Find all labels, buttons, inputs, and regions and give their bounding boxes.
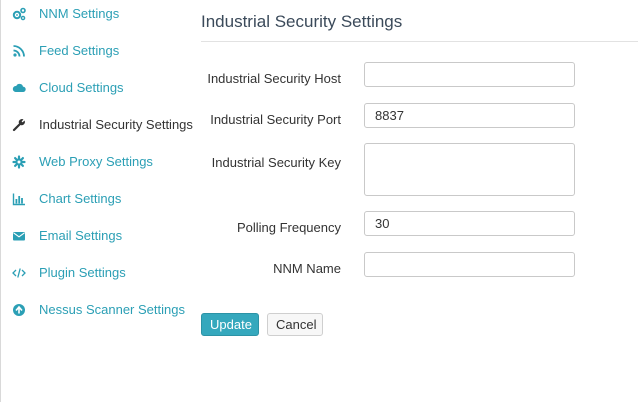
sidebar-item-chart-settings[interactable]: Chart Settings [0,187,192,211]
sidebar-item-web-proxy-settings[interactable]: Web Proxy Settings [0,150,192,174]
gears-icon [12,7,26,21]
sidebar-item-label: NNM Settings [39,6,120,21]
industrial-security-host-input[interactable] [364,62,575,87]
sidebar-item-label: Feed Settings [39,43,120,58]
sidebar-item-feed-settings[interactable]: Feed Settings [0,39,192,63]
bar-chart-icon [12,192,26,206]
industrial-security-port-input[interactable] [364,103,575,128]
port-label: Industrial Security Port [210,112,341,127]
settings-page: NNM Settings Feed Settings Cloud Setting… [0,0,638,402]
update-button[interactable]: Update [201,313,259,336]
sidebar-item-plugin-settings[interactable]: Plugin Settings [0,261,192,285]
polling-frequency-label: Polling Frequency [236,220,341,235]
key-label: Industrial Security Key [211,155,341,170]
sidebar-item-label: Email Settings [39,228,123,243]
industrial-security-key-textarea[interactable] [364,143,575,196]
page-title: Industrial Security Settings [201,12,403,31]
code-icon [12,266,26,280]
rss-icon [12,44,26,58]
nnm-name-label: NNM Name [273,261,341,276]
nnm-name-input[interactable] [364,252,575,277]
sidebar-item-nessus-scanner-settings[interactable]: Nessus Scanner Settings [0,298,192,322]
sidebar-item-nnm-settings[interactable]: NNM Settings [0,2,192,26]
cloud-icon [12,81,26,95]
sidebar-item-label: Web Proxy Settings [39,154,153,169]
sidebar-item-label: Industrial Security Settings [39,117,193,132]
sidebar-item-cloud-settings[interactable]: Cloud Settings [0,76,192,100]
sidebar-item-industrial-security-settings[interactable]: Industrial Security Settings [0,113,193,137]
arrow-circle-up-icon [12,303,26,317]
sidebar-item-label: Nessus Scanner Settings [39,302,185,317]
settings-sidebar: NNM Settings Feed Settings Cloud Setting… [0,0,193,402]
sidebar-item-label: Chart Settings [39,191,122,206]
wrench-icon [12,118,26,132]
title-divider [201,41,638,42]
sidebar-item-label: Cloud Settings [39,80,124,95]
cancel-button[interactable]: Cancel [267,313,323,336]
host-label: Industrial Security Host [207,71,341,86]
envelope-icon [12,229,26,243]
gear-icon [12,155,26,169]
sidebar-item-email-settings[interactable]: Email Settings [0,224,192,248]
settings-content: Industrial Security Settings Industrial … [201,0,638,402]
polling-frequency-input[interactable] [364,211,575,236]
sidebar-item-label: Plugin Settings [39,265,126,280]
